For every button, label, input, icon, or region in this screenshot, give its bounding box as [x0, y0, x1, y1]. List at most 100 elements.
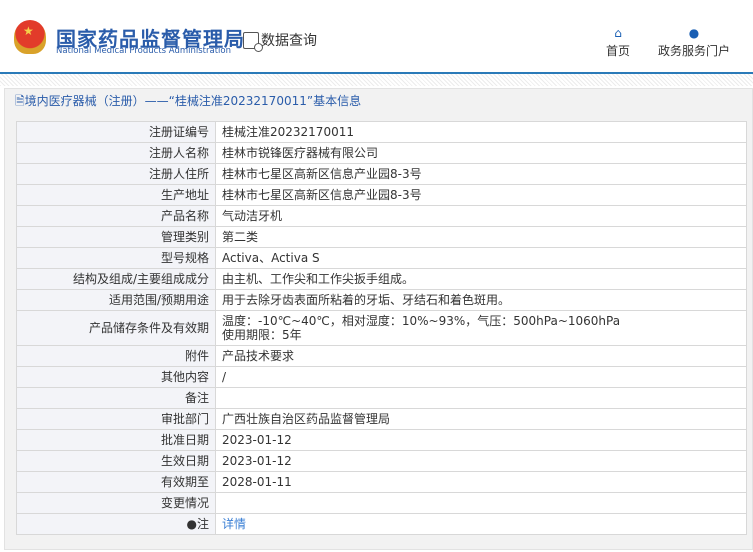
table-row: 附件 产品技术要求 — [16, 345, 747, 367]
row-value: 桂林市七星区高新区信息产业园8-3号 — [215, 163, 747, 185]
row-value: 桂械注准20232170011 — [215, 121, 747, 143]
table-row: 注册证编号 桂械注准20232170011 — [16, 121, 747, 143]
details-link[interactable]: 详情 — [222, 517, 246, 531]
row-label: 生效日期 — [16, 450, 216, 472]
row-value-text: 温度：-10℃~40℃，相对湿度：10%~93%，气压：500hPa~1060h… — [222, 314, 621, 328]
row-value: 2023-01-12 — [215, 429, 747, 451]
nav-home[interactable]: ⌂ 首页 — [606, 26, 630, 59]
table-row: 结构及组成/主要组成成分 由主机、工作尖和工作尖扳手组成。 — [16, 268, 747, 290]
row-label: 注册人名称 — [16, 142, 216, 164]
nav-gov-services[interactable]: ● 政务服务门户 — [658, 26, 730, 59]
row-value-text: 2028-01-11 — [222, 475, 292, 489]
row-label: 注册人住所 — [16, 163, 216, 185]
row-label: 管理类别 — [16, 226, 216, 248]
row-label: 型号规格 — [16, 247, 216, 269]
row-label-text: 注册人名称 — [148, 146, 209, 160]
row-value: 第二类 — [215, 226, 747, 248]
site-header: 国家药品监督管理局 National Medical Products Admi… — [0, 0, 753, 72]
home-icon: ⌂ — [614, 26, 622, 40]
row-label-text: 生产地址 — [160, 188, 209, 202]
row-label-text: 管理类别 — [160, 230, 209, 244]
table-row: 产品储存条件及有效期 温度：-10℃~40℃，相对湿度：10%~93%，气压：50… — [16, 310, 747, 346]
row-value: 桂林市七星区高新区信息产业园8-3号 — [215, 184, 747, 206]
row-label: 备注 — [16, 387, 216, 409]
row-label-text: 有效期至 — [160, 475, 209, 489]
row-label: 产品储存条件及有效期 — [16, 310, 216, 346]
table-row: 有效期至 2028-01-11 — [16, 471, 747, 493]
panel-title-text: 境内医疗器械（注册）——“桂械注准20232170011”基本信息 — [24, 94, 362, 108]
nav-home-label: 首页 — [606, 44, 631, 58]
national-emblem-icon — [14, 20, 46, 54]
row-value-text: 2023-01-12 — [222, 433, 292, 447]
row-label-text: 型号规格 — [160, 251, 209, 265]
info-table: 注册证编号 桂械注准20232170011 注册人名称 桂林市锐锋医疗器械有限公司 注册… — [16, 121, 747, 535]
row-value-text: Activa、Activa S — [222, 251, 320, 265]
row-value: 温度：-10℃~40℃，相对湿度：10%~93%，气压：500hPa~1060h… — [215, 310, 747, 346]
row-label-text: 批准日期 — [160, 433, 209, 447]
row-label: 其他内容 — [16, 366, 216, 388]
row-label-text: 变更情况 — [160, 496, 209, 510]
table-row: ●注 详情 — [16, 513, 747, 535]
row-value-text: 2023-01-12 — [222, 454, 292, 468]
row-value-text: 广西壮族自治区药品监督管理局 — [222, 412, 391, 426]
row-label-text: 注 — [196, 517, 209, 531]
row-label-text: 产品名称 — [160, 209, 209, 223]
row-label-text: 结构及组成/主要组成成分 — [72, 272, 209, 286]
row-label-text: 备注 — [184, 391, 209, 405]
row-label: 注册证编号 — [16, 121, 216, 143]
row-label: 生产地址 — [16, 184, 216, 206]
row-label: 适用范围/预期用途 — [16, 289, 216, 311]
row-value-text: 桂林市七星区高新区信息产业园8-3号 — [222, 188, 422, 202]
row-value-text: 产品技术要求 — [222, 349, 295, 363]
row-value: 气动洁牙机 — [215, 205, 747, 227]
panel-title: 🗎境内医疗器械（注册）——“桂械注准20232170011”基本信息 — [5, 89, 752, 114]
table-row: 产品名称 气动洁牙机 — [16, 205, 747, 227]
table-row: 生产地址 桂林市七星区高新区信息产业园8-3号 — [16, 184, 747, 206]
row-value: 广西壮族自治区药品监督管理局 — [215, 408, 747, 430]
row-value-text: / — [222, 370, 227, 384]
row-label-text: 注册证编号 — [148, 125, 209, 139]
data-query-link[interactable]: 数据查询 — [243, 30, 317, 52]
table-row: 注册人名称 桂林市锐锋医疗器械有限公司 — [16, 142, 747, 164]
row-label: 变更情况 — [16, 492, 216, 514]
pin-icon: ● — [186, 517, 197, 531]
data-query-label: 数据查询 — [261, 33, 317, 49]
table-row: 型号规格 Activa、Activa S — [16, 247, 747, 269]
document-search-icon — [243, 31, 263, 52]
table-row: 备注 — [16, 387, 747, 409]
row-label: ●注 — [16, 513, 216, 535]
row-value: 桂林市锐锋医疗器械有限公司 — [215, 142, 747, 164]
row-value: 2028-01-11 — [215, 471, 747, 493]
row-value: Activa、Activa S — [215, 247, 747, 269]
row-value — [215, 492, 747, 514]
row-label-text: 其他内容 — [160, 370, 209, 384]
row-value: 由主机、工作尖和工作尖扳手组成。 — [215, 268, 747, 290]
row-value-text: 用于去除牙齿表面所粘着的牙垢、牙结石和着色斑用。 — [222, 293, 511, 307]
table-row: 管理类别 第二类 — [16, 226, 747, 248]
row-label: 附件 — [16, 345, 216, 367]
table-row: 审批部门 广西壮族自治区药品监督管理局 — [16, 408, 747, 430]
document-icon: 🗎 — [15, 94, 25, 108]
decorative-band — [0, 74, 753, 86]
row-value-text: 桂械注准20232170011 — [222, 125, 354, 139]
row-value: 产品技术要求 — [215, 345, 747, 367]
row-value-text: 由主机、工作尖和工作尖扳手组成。 — [222, 272, 415, 286]
table-row: 适用范围/预期用途 用于去除牙齿表面所粘着的牙垢、牙结石和着色斑用。 — [16, 289, 747, 311]
table-row: 注册人住所 桂林市七星区高新区信息产业园8-3号 — [16, 163, 747, 185]
detail-panel: 🗎境内医疗器械（注册）——“桂械注准20232170011”基本信息 注册证编号… — [4, 88, 753, 550]
row-label-text: 生效日期 — [160, 454, 209, 468]
user-icon: ● — [688, 26, 700, 40]
row-label-text: 产品储存条件及有效期 — [88, 321, 209, 335]
nav-gov-services-label: 政务服务门户 — [658, 44, 731, 58]
row-label-text: 注册人住所 — [148, 167, 209, 181]
table-row: 生效日期 2023-01-12 — [16, 450, 747, 472]
table-row: 批准日期 2023-01-12 — [16, 429, 747, 451]
row-label: 有效期至 — [16, 471, 216, 493]
row-label-text: 附件 — [184, 349, 209, 363]
row-label: 审批部门 — [16, 408, 216, 430]
table-row: 其他内容 / — [16, 366, 747, 388]
row-value-text-2: 使用期限：5年 — [222, 328, 302, 342]
row-label: 产品名称 — [16, 205, 216, 227]
row-value: 用于去除牙齿表面所粘着的牙垢、牙结石和着色斑用。 — [215, 289, 747, 311]
row-value-text: 桂林市七星区高新区信息产业园8-3号 — [222, 167, 422, 181]
